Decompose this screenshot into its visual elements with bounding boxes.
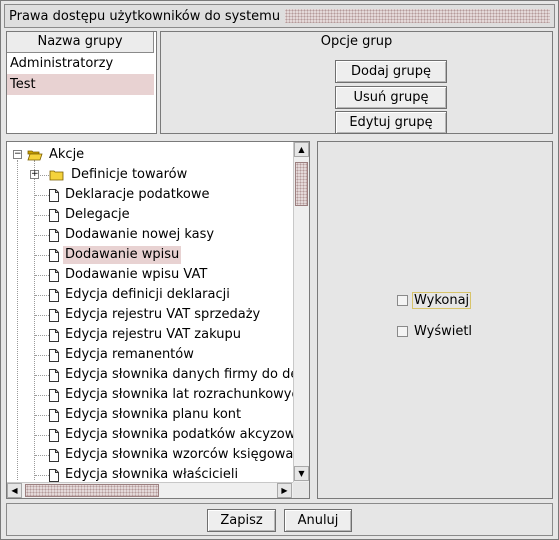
file-icon (49, 448, 59, 462)
collapse-toggle-akcje[interactable]: − (13, 150, 22, 159)
tree-leaf[interactable]: Dodawanie wpisu VAT (49, 265, 209, 285)
tree-leaf[interactable]: Edycja słownika właścicieli (49, 465, 240, 482)
tree-leaf-label: Edycja słownika podatków akcyzowych (65, 427, 293, 442)
group-options-title: Opcje grup (320, 34, 393, 49)
save-button[interactable]: Zapisz (207, 509, 276, 532)
tree-horizontal-scrollbar[interactable]: ◀ ▶ (7, 482, 293, 498)
groups-column-header[interactable]: Nazwa grupy (7, 32, 154, 53)
tree-leaf-label: Edycja rejestru VAT sprzedaży (65, 307, 261, 322)
tree-leaf[interactable]: Edycja słownika planu kont (49, 405, 243, 425)
actions-tree[interactable]: − Akcje + Definicje towarów Deklaracje p… (7, 142, 293, 482)
tree-node-label: Akcje (49, 147, 85, 162)
file-icon (49, 428, 59, 442)
file-icon (49, 308, 59, 322)
title-bar[interactable]: Prawa dostępu użytkowników do systemu (4, 4, 555, 28)
permissions-panel: Wykonaj Wyświetl (317, 141, 553, 499)
tree-leaf-label: Edycja słownika właścicieli (65, 467, 239, 482)
scroll-down-arrow-icon[interactable]: ▼ (294, 466, 309, 481)
file-icon (49, 248, 59, 262)
tree-node-definicje-towarow[interactable]: Definicje towarów (49, 165, 189, 185)
open-folder-icon (27, 150, 43, 161)
tree-leaf-label: Edycja słownika lat rozrachunkowych (65, 387, 293, 402)
group-options-panel: Opcje grup Dodaj grupę Usuń grupę Edytuj… (160, 31, 553, 134)
add-group-button[interactable]: Dodaj grupę (335, 60, 447, 83)
tree-leaf-label: Edycja definicji deklaracji (65, 287, 230, 302)
edit-group-button[interactable]: Edytuj grupę (335, 111, 447, 134)
tree-leaf[interactable]: Edycja rejestru VAT zakupu (49, 325, 243, 345)
file-icon (49, 208, 59, 222)
file-icon (49, 188, 59, 202)
dialog-button-bar: Zapisz Anuluj (6, 503, 553, 536)
tree-leaf-label: Edycja słownika wzorców księgowania (65, 447, 293, 462)
title-bar-grip (285, 9, 550, 23)
tree-leaf-label: Edycja słownika danych firmy do deklarac… (65, 367, 293, 382)
file-icon (49, 388, 59, 402)
actions-tree-panel: − Akcje + Definicje towarów Deklaracje p… (6, 141, 310, 499)
tree-vertical-scrollbar[interactable]: ▲ ▼ (293, 142, 309, 482)
execute-checkbox[interactable] (397, 294, 408, 306)
tree-leaf-label: Edycja remanentów (65, 347, 194, 362)
file-icon (49, 408, 59, 422)
tree-horizontal-scroll-thumb[interactable] (25, 484, 159, 497)
tree-leaf[interactable]: Edycja słownika lat rozrachunkowych (49, 385, 293, 405)
cancel-button[interactable]: Anuluj (284, 509, 352, 532)
tree-leaf[interactable]: Deklaracje podatkowe (49, 185, 212, 205)
scroll-up-arrow-icon[interactable]: ▲ (294, 142, 309, 157)
tree-leaf-label: Deklaracje podatkowe (65, 187, 210, 202)
tree-node-label: Definicje towarów (71, 167, 188, 182)
display-checkbox-label[interactable]: Wyświetl (412, 324, 474, 339)
tree-leaf[interactable]: Edycja remanentów (49, 345, 196, 365)
execute-checkbox-row[interactable]: Wykonaj (397, 291, 472, 309)
scroll-left-arrow-icon[interactable]: ◀ (7, 483, 22, 498)
tree-leaf[interactable]: Edycja słownika danych firmy do deklarac… (49, 365, 293, 385)
remove-group-button[interactable]: Usuń grupę (335, 86, 447, 109)
tree-leaf-label: Edycja słownika planu kont (65, 407, 242, 422)
file-icon (49, 328, 59, 342)
scrollbar-corner (293, 482, 309, 498)
file-icon (49, 228, 59, 242)
folder-icon (49, 170, 64, 181)
tree-leaf[interactable]: Edycja słownika wzorców księgowania (49, 445, 293, 465)
tree-leaf-label: Dodawanie wpisu (63, 246, 182, 264)
tree-leaf-label: Dodawanie nowej kasy (65, 227, 215, 242)
group-row-administratorzy[interactable]: Administratorzy (7, 53, 154, 74)
file-icon (49, 368, 59, 382)
tree-leaf[interactable]: Edycja słownika podatków akcyzowych (49, 425, 293, 445)
tree-leaf-label: Delegacje (65, 207, 130, 222)
display-checkbox-row[interactable]: Wyświetl (397, 322, 474, 340)
file-icon (49, 468, 59, 482)
file-icon (49, 348, 59, 362)
tree-leaf[interactable]: Edycja rejestru VAT sprzedaży (49, 305, 262, 325)
window-title: Prawa dostępu użytkowników do systemu (5, 8, 286, 24)
scroll-right-arrow-icon[interactable]: ▶ (277, 483, 292, 498)
tree-leaf-label: Dodawanie wpisu VAT (65, 267, 208, 282)
tree-vertical-scroll-thumb[interactable] (295, 162, 308, 206)
permissions-window: Prawa dostępu użytkowników do systemu Na… (0, 0, 559, 540)
tree-leaf-label: Edycja rejestru VAT zakupu (65, 327, 241, 342)
display-checkbox[interactable] (397, 325, 408, 337)
expand-toggle-definicje[interactable]: + (30, 170, 39, 179)
tree-leaf[interactable]: Edycja definicji deklaracji (49, 285, 232, 305)
file-icon (49, 268, 59, 282)
tree-leaf[interactable]: Delegacje (49, 205, 132, 225)
groups-panel: Nazwa grupy Administratorzy Test (6, 31, 157, 134)
group-row-test[interactable]: Test (7, 74, 154, 95)
tree-leaf[interactable]: Dodawanie nowej kasy (49, 225, 216, 245)
tree-leaf-selected[interactable]: Dodawanie wpisu (49, 245, 182, 265)
execute-checkbox-label[interactable]: Wykonaj (412, 291, 472, 309)
tree-node-akcje[interactable]: Akcje (27, 145, 86, 165)
file-icon (49, 288, 59, 302)
